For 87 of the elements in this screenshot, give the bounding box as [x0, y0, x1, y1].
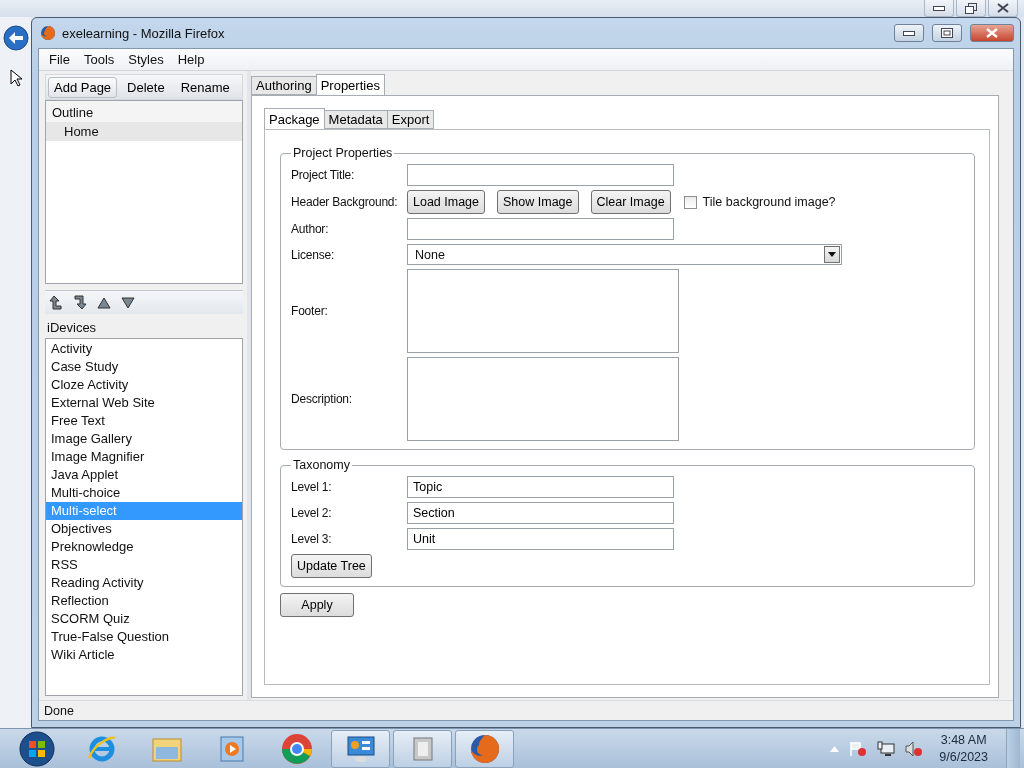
group-title: Project Properties: [292, 146, 394, 160]
image-button[interactable]: Clear Image: [590, 190, 671, 214]
idevice-item[interactable]: RSS: [46, 556, 242, 574]
up-arrow-icon[interactable]: [97, 296, 111, 309]
close-icon: [997, 3, 1009, 13]
idevice-item[interactable]: Activity: [46, 340, 242, 358]
clock-time: 3:48 AM: [940, 731, 987, 749]
idevice-item[interactable]: Objectives: [46, 520, 242, 538]
restore-button[interactable]: [956, 0, 986, 17]
firefox-icon: [40, 25, 56, 41]
idevice-item[interactable]: Reading Activity: [46, 574, 242, 592]
license-dropdown[interactable]: None: [407, 244, 842, 265]
status-text: Done: [44, 703, 74, 718]
idevice-item[interactable]: Preknowledge: [46, 538, 242, 556]
close-button[interactable]: [970, 24, 1014, 42]
control-panel-icon[interactable]: [331, 729, 390, 768]
field-label: Footer:: [291, 304, 329, 318]
minimize-button[interactable]: [894, 24, 924, 42]
text-field[interactable]: Unit: [407, 528, 674, 550]
field-label: Level 1:: [291, 480, 333, 494]
maximize-button[interactable]: [932, 24, 962, 42]
field-label: Level 3:: [291, 532, 333, 546]
idevice-item[interactable]: Image Magnifier: [46, 448, 242, 466]
back-icon[interactable]: [2, 25, 29, 51]
close-icon: [985, 28, 999, 38]
cursor-icon: [9, 69, 22, 87]
minimize-icon: [903, 30, 915, 36]
text-area[interactable]: [407, 357, 679, 441]
window-title: exelearning - Mozilla Firefox: [62, 25, 226, 41]
outline-header: Outline: [46, 101, 242, 122]
promote-icon[interactable]: [49, 295, 63, 310]
idevices-label: iDevices: [46, 319, 98, 337]
apply-button[interactable]: Apply: [280, 593, 354, 617]
image-button[interactable]: Load Image: [407, 190, 486, 214]
tab[interactable]: Authoring: [251, 76, 317, 95]
idevice-item[interactable]: Cloze Activity: [46, 376, 242, 394]
menu-item[interactable]: Tools: [77, 52, 121, 67]
idevice-item[interactable]: Image Gallery: [46, 430, 242, 448]
checkbox-label: Tile background image?: [702, 195, 836, 209]
idevice-item[interactable]: Java Applet: [46, 466, 242, 484]
text-field[interactable]: [407, 164, 674, 186]
restore-icon: [965, 2, 977, 14]
idevice-item[interactable]: External Web Site: [46, 394, 242, 412]
idevice-item[interactable]: Reflection: [46, 592, 242, 610]
firefox-icon[interactable]: [455, 729, 514, 768]
group-title: Taxonomy: [292, 458, 351, 472]
update-tree-button[interactable]: Update Tree: [291, 554, 372, 578]
demote-icon[interactable]: [73, 295, 87, 310]
tab[interactable]: Package: [264, 108, 325, 129]
add-page-button[interactable]: Add Page: [48, 76, 118, 98]
toolbar-link[interactable]: Delete: [121, 76, 171, 98]
field-label: Project Title:: [291, 168, 356, 182]
network-icon[interactable]: [877, 740, 896, 757]
field-label: Description:: [291, 392, 353, 406]
flag-icon[interactable]: [849, 740, 868, 757]
field-label: License:: [291, 247, 336, 262]
menu-item[interactable]: Help: [171, 52, 211, 67]
tab[interactable]: Metadata: [323, 110, 388, 129]
image-button[interactable]: Show Image: [497, 190, 579, 214]
menu-item[interactable]: File: [43, 52, 76, 67]
outline-item[interactable]: Home: [46, 122, 242, 141]
idevice-item[interactable]: SCORM Quiz: [46, 610, 242, 628]
field-label: Header Background:: [291, 195, 397, 209]
caret-icon: [828, 252, 836, 257]
field-label: Author:: [291, 222, 330, 236]
idevice-item[interactable]: Multi-choice: [46, 484, 242, 502]
minimize-button[interactable]: [924, 0, 954, 17]
clock-date: 9/6/2023: [939, 748, 988, 766]
text-field[interactable]: Section: [407, 502, 674, 524]
field-label: Level 2:: [291, 506, 333, 520]
idevice-item[interactable]: Case Study: [46, 358, 242, 376]
toolbar-link[interactable]: Rename: [174, 76, 236, 98]
minimize-icon: [933, 5, 945, 11]
idevice-item[interactable]: True-False Question: [46, 628, 242, 646]
maximize-icon: [941, 28, 953, 38]
idevice-item[interactable]: Wiki Article: [46, 646, 242, 664]
close-button[interactable]: [988, 0, 1018, 17]
text-field[interactable]: [407, 218, 674, 240]
text-field[interactable]: Topic: [407, 476, 674, 498]
idevice-item[interactable]: Free Text: [46, 412, 242, 430]
tab[interactable]: Properties: [315, 74, 385, 95]
down-arrow-icon[interactable]: [121, 296, 135, 309]
menu-item[interactable]: Styles: [122, 52, 170, 67]
checkbox[interactable]: [683, 195, 697, 209]
tab[interactable]: Export: [386, 110, 435, 129]
volume-muted-icon[interactable]: [905, 740, 924, 757]
text-area[interactable]: [407, 269, 679, 353]
